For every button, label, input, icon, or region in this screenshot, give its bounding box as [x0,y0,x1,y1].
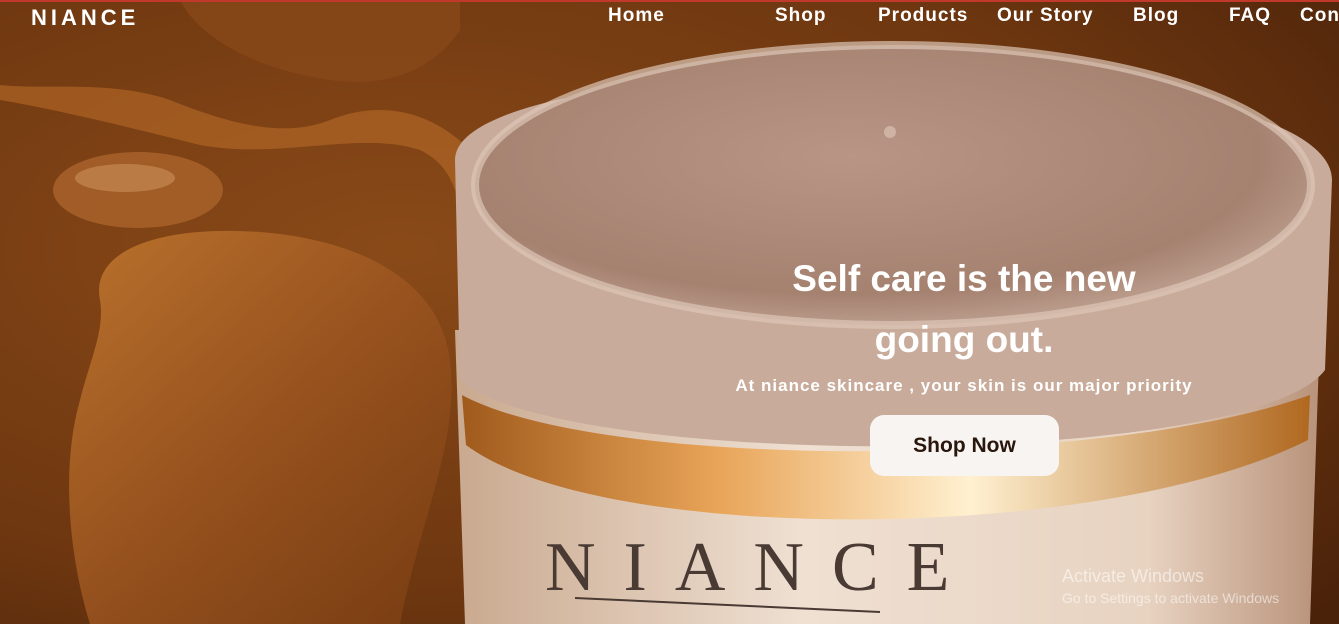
nav-item-shop[interactable]: Shop [775,5,827,27]
watermark-title: Activate Windows [1062,566,1205,586]
nav-item-home[interactable]: Home [608,5,665,27]
nav-item-blog[interactable]: Blog [1133,5,1179,27]
hero-headline-line-1: Self care is the new [792,258,1136,299]
hero-subtitle: At niance skincare , your skin is our ma… [735,376,1193,395]
nav-item-products[interactable]: Products [878,5,968,27]
watermark-subtitle: Go to Settings to activate Windows [1062,590,1280,606]
top-accent-line [0,0,1339,2]
jar-label-text: NIANCE [545,529,977,606]
nav-item-faq[interactable]: FAQ [1229,5,1271,27]
hero-headline-line-2: going out. [874,319,1054,360]
nav-item-our-story[interactable]: Our Story [997,5,1094,27]
nav-item-contact[interactable]: Con [1300,5,1339,27]
main-nav: Home Shop Products Our Story Blog FAQ Co… [0,5,1339,31]
shop-now-button[interactable]: Shop Now [870,415,1059,476]
hero-headline: Self care is the new going out. [700,248,1228,370]
activate-windows-watermark: Activate Windows Go to Settings to activ… [1062,566,1279,606]
